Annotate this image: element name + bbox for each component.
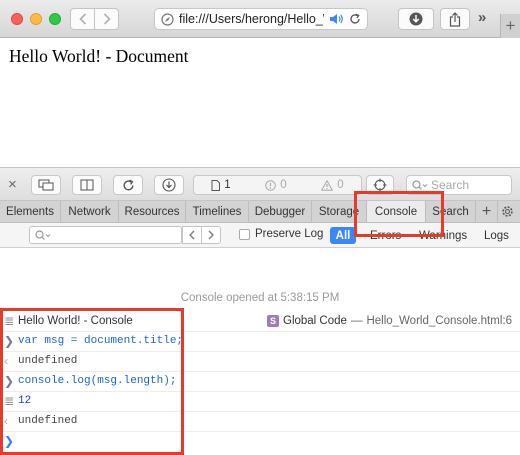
compass-icon — [161, 12, 174, 26]
history-back-button[interactable] — [182, 226, 202, 244]
title-bar: file:///Users/herong/Hello_W » + — [0, 0, 520, 38]
console-filter-bar: Preserve Log All Errors Warnings Logs — [0, 223, 520, 248]
downloads-button[interactable] — [398, 8, 434, 30]
console-entry-result[interactable]: ‹ undefined — [0, 410, 520, 432]
warnings-count: 0 — [337, 179, 344, 191]
result-arrow-icon: ‹ — [4, 413, 8, 428]
filter-all-button[interactable]: All — [330, 227, 356, 244]
tab-timelines[interactable]: Timelines — [186, 201, 249, 222]
console-entry-input[interactable]: ❯ console.log(msg.length); — [0, 370, 520, 392]
input-code: console.log(msg.length); — [18, 374, 177, 387]
speaker-icon[interactable] — [329, 13, 344, 25]
resources-count: 1 — [224, 179, 231, 191]
dashboard-errors[interactable]: 0 — [265, 179, 287, 191]
chevron-right-icon — [208, 230, 214, 240]
input-chevron-icon: ❯ — [4, 373, 15, 388]
preserve-log-toggle[interactable]: Preserve Log — [239, 228, 323, 240]
inspector-search-field[interactable]: Search — [406, 175, 512, 195]
dashboard[interactable]: 1 0 0 — [193, 175, 362, 195]
log-message: Hello World! - Console — [18, 314, 133, 327]
new-tab-button[interactable]: + — [500, 14, 520, 38]
filter-logs-button[interactable]: Logs — [484, 227, 509, 244]
download-icon — [162, 178, 176, 192]
filter-errors-button[interactable]: Errors — [370, 227, 401, 244]
input-code: var msg = document.title; — [18, 334, 184, 347]
log-number: 12 — [18, 394, 32, 407]
console-prompt[interactable]: ❯ — [0, 430, 520, 452]
error-icon — [265, 179, 277, 191]
console-log-area[interactable]: Console opened at 5:38:15 PM ≣ Hello Wor… — [0, 249, 520, 455]
source-separator: — — [350, 314, 363, 327]
console-entry-log[interactable]: ≣ 12 — [0, 390, 520, 412]
chevrons-icon[interactable]: » — [478, 9, 487, 26]
page-heading: Hello World! - Document — [9, 46, 189, 66]
inspector-tab-bar: Elements Network Resources Timelines Deb… — [0, 201, 520, 223]
gear-icon — [501, 206, 513, 217]
input-chevron-icon: ❯ — [4, 333, 15, 348]
chevron-left-icon — [189, 230, 195, 240]
back-button[interactable] — [70, 8, 95, 30]
tab-debugger[interactable]: Debugger — [249, 201, 312, 222]
source-label: Global Code — [283, 314, 347, 327]
console-opened-message: Console opened at 5:38:15 PM — [180, 292, 340, 304]
history-forward-button[interactable] — [201, 226, 221, 244]
reload-page-button[interactable] — [113, 175, 143, 195]
log-icon: ≣ — [4, 393, 15, 408]
detach-icon — [38, 179, 54, 191]
warning-icon — [321, 179, 334, 191]
address-text: file:///Users/herong/Hello_W — [179, 12, 324, 26]
tab-console[interactable]: Console — [367, 201, 426, 222]
document-icon — [211, 179, 221, 191]
reload-icon[interactable] — [349, 13, 361, 25]
tab-network[interactable]: Network — [61, 201, 119, 222]
script-badge-icon: S — [267, 314, 279, 327]
filter-warnings-button[interactable]: Warnings — [419, 227, 467, 244]
dock-side-icon — [80, 179, 94, 191]
minimize-window-button[interactable] — [30, 13, 42, 25]
share-icon — [449, 11, 461, 27]
web-page: Hello World! - Document — [0, 39, 520, 167]
inspector-toolbar: × 1 0 0 Search — [0, 167, 520, 201]
forward-button[interactable] — [94, 8, 119, 30]
close-window-button[interactable] — [11, 13, 23, 25]
console-entry-log[interactable]: ≣ Hello World! - Console S Global Code —… — [0, 310, 520, 332]
console-entry-input[interactable]: ❯ var msg = document.title; — [0, 330, 520, 352]
inspector-search-placeholder: Search — [431, 178, 470, 192]
crosshair-icon — [373, 178, 387, 192]
settings-button[interactable] — [498, 201, 516, 222]
inspect-element-button[interactable] — [366, 175, 394, 195]
log-source[interactable]: S Global Code — Hello_World_Console.html… — [267, 314, 512, 327]
forward-arrow-icon — [103, 13, 111, 25]
zoom-window-button[interactable] — [49, 13, 61, 25]
result-value: undefined — [18, 354, 78, 367]
preserve-log-checkbox[interactable] — [239, 228, 250, 240]
result-value: undefined — [18, 414, 78, 427]
back-arrow-icon — [78, 13, 86, 25]
preserve-log-label: Preserve Log — [255, 228, 324, 240]
address-bar[interactable]: file:///Users/herong/Hello_W — [154, 8, 368, 30]
tab-resources[interactable]: Resources — [119, 201, 186, 222]
download-archive-button[interactable] — [154, 175, 184, 195]
close-inspector-button[interactable]: × — [8, 176, 17, 193]
tab-elements[interactable]: Elements — [0, 201, 61, 222]
prompt-chevron-icon: ❯ — [4, 434, 15, 448]
result-arrow-icon: ‹ — [4, 353, 8, 368]
share-button[interactable] — [440, 8, 470, 30]
search-icon — [412, 179, 428, 190]
tab-search[interactable]: Search — [426, 201, 476, 222]
console-entry-result[interactable]: ‹ undefined — [0, 350, 520, 372]
dashboard-warnings[interactable]: 0 — [321, 179, 344, 191]
log-icon: ≣ — [4, 313, 15, 328]
dashboard-resources[interactable]: 1 — [211, 179, 231, 191]
source-file-link[interactable]: Hello_World_Console.html:6 — [366, 315, 512, 327]
dock-side-button[interactable] — [72, 175, 102, 195]
tab-storage[interactable]: Storage — [312, 201, 367, 222]
errors-count: 0 — [280, 179, 287, 191]
add-tab-button[interactable]: + — [476, 201, 498, 222]
reload-icon — [122, 178, 134, 190]
detach-window-button[interactable] — [31, 175, 61, 195]
console-filter-input[interactable] — [29, 226, 182, 244]
download-icon — [409, 12, 423, 26]
search-icon — [35, 229, 51, 240]
